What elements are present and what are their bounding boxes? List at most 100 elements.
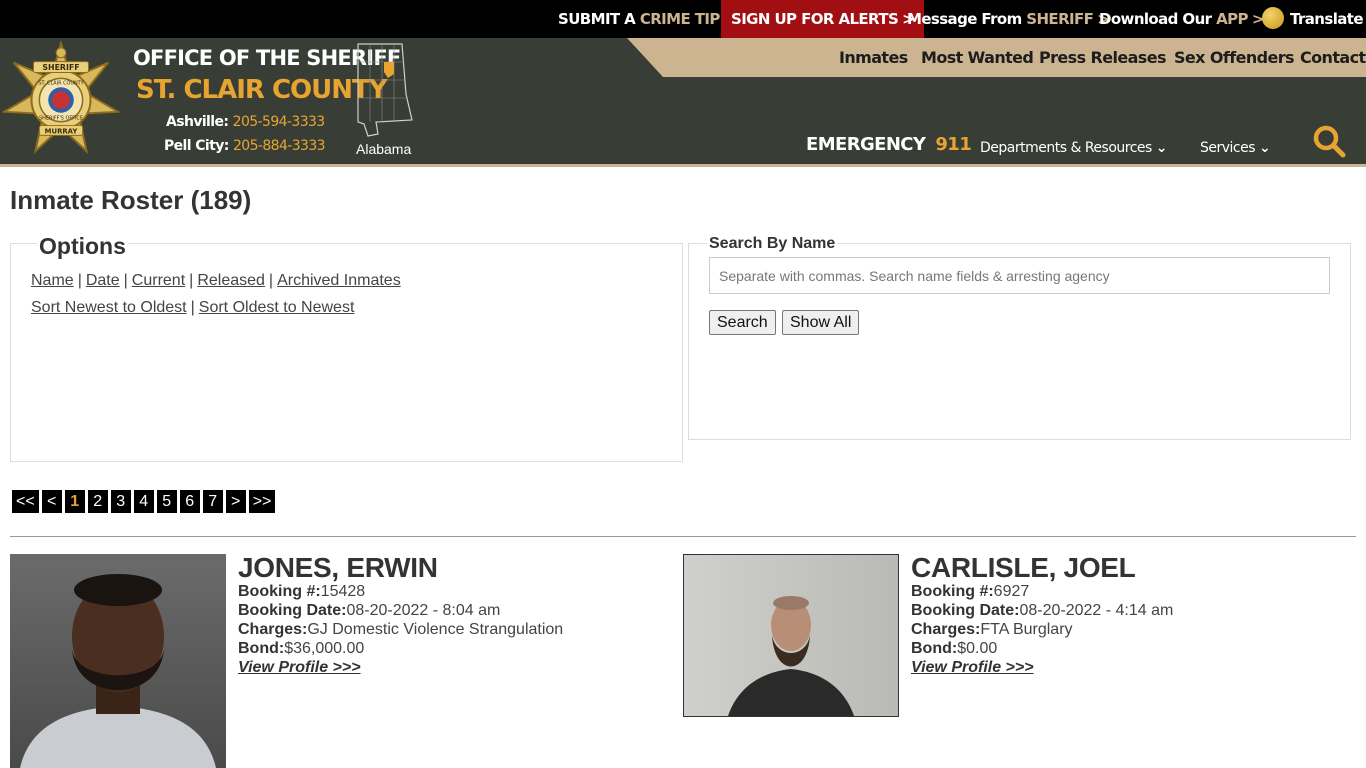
inmate-charges: Charges:GJ Domestic Violence Strangulati… [238, 621, 563, 639]
crime-tip-pre: SUBMIT A [558, 10, 640, 28]
badge-bottom-text: MURRAY [45, 127, 79, 135]
page-last[interactable]: >> [248, 490, 276, 513]
filter-date-link[interactable]: Date [86, 272, 120, 289]
field-label: Booking #: [238, 583, 321, 600]
field-label: Charges: [238, 621, 308, 638]
search-icon[interactable] [1312, 124, 1346, 158]
separator: | [189, 272, 194, 289]
search-legend: Search By Name [707, 235, 838, 253]
header-stripe [0, 164, 1366, 167]
filter-name-link[interactable]: Name [31, 272, 74, 289]
inmate-booking-number: Booking #:6927 [911, 583, 1029, 601]
message-pre: Message From [907, 10, 1027, 28]
field-label: Bond: [238, 640, 285, 657]
message-from-sheriff-link[interactable]: Message From SHERIFF > [907, 0, 1110, 38]
separator: | [268, 272, 274, 289]
services-dropdown[interactable]: Services ⌄ [1200, 140, 1271, 156]
filter-links: Name | Date | Current | Released | Archived Inma… [31, 272, 401, 290]
inmate-booking-number: Booking #:15428 [238, 583, 365, 601]
show-all-button[interactable]: Show All [782, 310, 860, 335]
page-2[interactable]: 2 [87, 490, 108, 513]
departments-resources-dropdown[interactable]: Departments & Resources ⌄ [980, 140, 1168, 156]
separator: | [190, 299, 195, 316]
filter-current-link[interactable]: Current [132, 272, 185, 289]
translate-button[interactable]: Translate [1262, 0, 1364, 38]
inmate-bond: Bond:$36,000.00 [238, 640, 364, 658]
search-input[interactable] [709, 257, 1330, 294]
filter-released-link[interactable]: Released [197, 272, 265, 289]
inmate-photo[interactable] [683, 554, 899, 717]
field-label: Charges: [911, 621, 981, 638]
options-legend: Options [37, 233, 128, 260]
separator: | [123, 272, 128, 289]
dropdown-label: Departments & Resources [980, 140, 1152, 156]
county-title: ST. CLAIR COUNTY [136, 75, 388, 105]
phone-number-link[interactable]: 205-884-3333 [233, 138, 326, 154]
nav-sex-offenders[interactable]: Sex Offenders [1174, 38, 1295, 77]
sort-links: Sort Newest to Oldest | Sort Oldest to New… [31, 299, 354, 317]
mugshot-placeholder [684, 555, 898, 716]
nav-most-wanted[interactable]: Most Wanted [921, 38, 1034, 77]
filter-archived-link[interactable]: Archived Inmates [277, 272, 401, 289]
submit-crime-tip-link[interactable]: SUBMIT A CRIME TIP> [558, 0, 736, 38]
emergency-label: EMERGENCY [806, 134, 926, 155]
inmate-photo[interactable] [10, 554, 226, 768]
search-button[interactable]: Search [709, 310, 776, 335]
inmate-name: CARLISLE, JOEL [911, 552, 1136, 583]
nav-inmates[interactable]: Inmates [839, 38, 908, 77]
phone-city-label: Pell City: [164, 138, 229, 154]
page-first[interactable]: << [12, 490, 39, 513]
inmate-bond: Bond:$0.00 [911, 640, 997, 658]
main-nav: Inmates Most Wanted Press Releases Sex O… [627, 38, 1366, 77]
download-app-link[interactable]: Download Our APP > [1099, 0, 1264, 38]
page-7[interactable]: 7 [202, 490, 223, 513]
alabama-map-icon [357, 43, 413, 137]
view-profile-link[interactable]: View Profile >>> [238, 659, 361, 677]
sort-oldest-link[interactable]: Sort Oldest to Newest [199, 299, 355, 316]
field-value: GJ Domestic Violence Strangulation [307, 621, 564, 638]
site-header: Inmates Most Wanted Press Releases Sex O… [0, 38, 1366, 164]
field-label: Booking #: [911, 583, 994, 600]
field-value: 08-20-2022 - 4:14 am [1019, 602, 1174, 619]
field-value: $36,000.00 [284, 640, 365, 657]
nav-contact[interactable]: Contact [1300, 38, 1366, 77]
chevron-down-icon: ⌄ [1155, 140, 1168, 156]
field-value: 6927 [993, 583, 1030, 600]
top-utility-bar: SUBMIT A CRIME TIP> SIGN UP FOR ALERTS> … [0, 0, 1366, 38]
state-label: Alabama [356, 141, 412, 157]
page-next[interactable]: > [225, 490, 246, 513]
page-6[interactable]: 6 [179, 490, 200, 513]
view-profile-link[interactable]: View Profile >>> [911, 659, 1034, 677]
page-4[interactable]: 4 [133, 490, 154, 513]
nav-press-releases[interactable]: Press Releases [1039, 38, 1166, 77]
inmate-charges: Charges:FTA Burglary [911, 621, 1073, 639]
page-3[interactable]: 3 [110, 490, 131, 513]
badge-ring-text: ST. CLAIR COUNTY [38, 80, 83, 86]
field-value: $0.00 [957, 640, 998, 657]
message-highlight: SHERIFF [1026, 10, 1094, 28]
page-prev[interactable]: < [41, 490, 62, 513]
field-label: Booking Date: [238, 602, 347, 619]
pagination: << < 1 2 3 4 5 6 7 > >> [12, 490, 276, 513]
page-5[interactable]: 5 [156, 490, 177, 513]
phone-pell-city: Pell City: 205-884-3333 [164, 138, 326, 154]
dropdown-label: Services [1200, 140, 1256, 156]
chevron-down-icon: ⌄ [1259, 140, 1271, 156]
field-label: Bond: [911, 640, 958, 657]
phone-number-link[interactable]: 205-594-3333 [233, 114, 326, 130]
page-1[interactable]: 1 [64, 490, 85, 513]
emergency-911-link[interactable]: 911 [935, 134, 971, 155]
field-value: 08-20-2022 - 8:04 am [346, 602, 501, 619]
field-label: Booking Date: [911, 602, 1020, 619]
sort-newest-link[interactable]: Sort Newest to Oldest [31, 299, 187, 316]
field-value: FTA Burglary [980, 621, 1073, 638]
separator: | [77, 272, 82, 289]
translate-label: Translate [1290, 10, 1364, 28]
globe-icon [1262, 6, 1284, 29]
badge-ring-bottom-text: SHERIFF'S OFFICE [39, 116, 83, 122]
download-highlight: APP [1216, 10, 1248, 28]
inmate-booking-date: Booking Date:08-20-2022 - 4:14 am [911, 602, 1173, 620]
download-pre: Download Our [1099, 10, 1217, 28]
sign-up-alerts-link[interactable]: SIGN UP FOR ALERTS > [721, 0, 925, 38]
page-title: Inmate Roster (189) [10, 185, 252, 215]
